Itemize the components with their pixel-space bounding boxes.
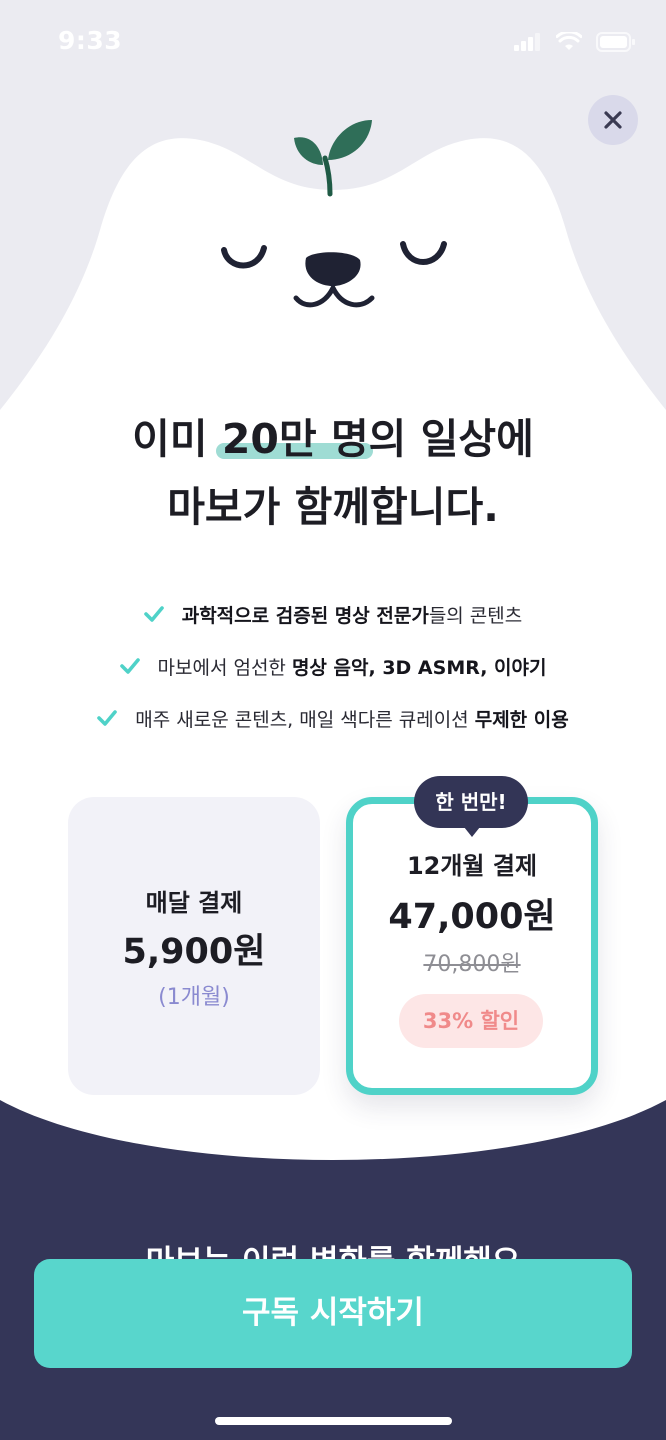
check-icon <box>143 606 164 622</box>
sprout-icon <box>294 120 372 197</box>
start-subscription-button[interactable]: 구독 시작하기 <box>34 1259 632 1368</box>
plan-price: 5,900원 <box>122 932 266 972</box>
status-bar: 9:33 <box>0 0 666 90</box>
headline-prefix: 이미 <box>132 415 222 463</box>
nose <box>305 252 361 286</box>
feature-text: 마보에서 엄선한 <box>157 656 292 679</box>
mouth <box>293 282 375 308</box>
close-button[interactable] <box>588 95 638 145</box>
left-eye <box>221 245 267 269</box>
bottom-panel <box>0 1368 666 1440</box>
close-icon <box>604 111 622 129</box>
discount-badge: 33% 할인 <box>399 994 543 1048</box>
one-time-badge: 한 번만! <box>414 776 528 837</box>
status-time: 9:33 <box>58 26 123 55</box>
mascot-face <box>221 120 447 308</box>
plan-original-price: 70,800원 <box>423 952 521 977</box>
plan-label: 12개월 결제 <box>406 852 538 880</box>
headline-suffix: 의 일상에 <box>368 415 534 463</box>
check-icon <box>97 710 118 726</box>
feature-item: 과학적으로 검증된 명상 전문가 들의 콘텐츠 <box>0 588 666 640</box>
feature-item: 매주 새로운 콘텐츠, 매일 색다른 큐레이션 무제한 이용 <box>0 692 666 744</box>
check-icon <box>119 658 140 674</box>
headline-line-2: 마보가 함께합니다. <box>167 483 499 531</box>
headline-highlight: 20만 명 <box>215 405 373 473</box>
feature-list: 과학적으로 검증된 명상 전문가 들의 콘텐츠 마보에서 엄선한 명상 음악, 3… <box>0 588 666 744</box>
feature-text: 들의 콘텐츠 <box>428 604 523 627</box>
right-eye <box>400 241 447 265</box>
signal-icon <box>514 33 540 51</box>
wifi-icon <box>556 32 582 50</box>
feature-bold: 무제한 이용 <box>474 708 569 731</box>
plan-label: 매달 결제 <box>145 889 243 917</box>
feature-item: 마보에서 엄선한 명상 음악, 3D ASMR, 이야기 <box>0 640 666 692</box>
headline-line-1: 이미 20만 명의 일상에 <box>0 405 666 473</box>
plan-price: 47,000원 <box>388 897 556 937</box>
feature-bold: 명상 음악, 3D ASMR, 이야기 <box>291 656 547 679</box>
feature-text: 매주 새로운 콘텐츠, 매일 색다른 큐레이션 <box>135 708 475 731</box>
headline: 이미 20만 명의 일상에 마보가 함께합니다. <box>0 405 666 541</box>
feature-bold: 과학적으로 검증된 명상 전문가 <box>181 604 429 627</box>
plan-card-annual[interactable]: 12개월 결제 47,000원 70,800원 33% 할인 <box>346 797 598 1095</box>
home-indicator <box>215 1417 452 1425</box>
status-icons <box>514 32 636 52</box>
plan-period: (1개월) <box>158 985 230 1010</box>
plan-card-monthly[interactable]: 매달 결제 5,900원 (1개월) <box>68 797 320 1095</box>
battery-icon <box>596 32 635 52</box>
